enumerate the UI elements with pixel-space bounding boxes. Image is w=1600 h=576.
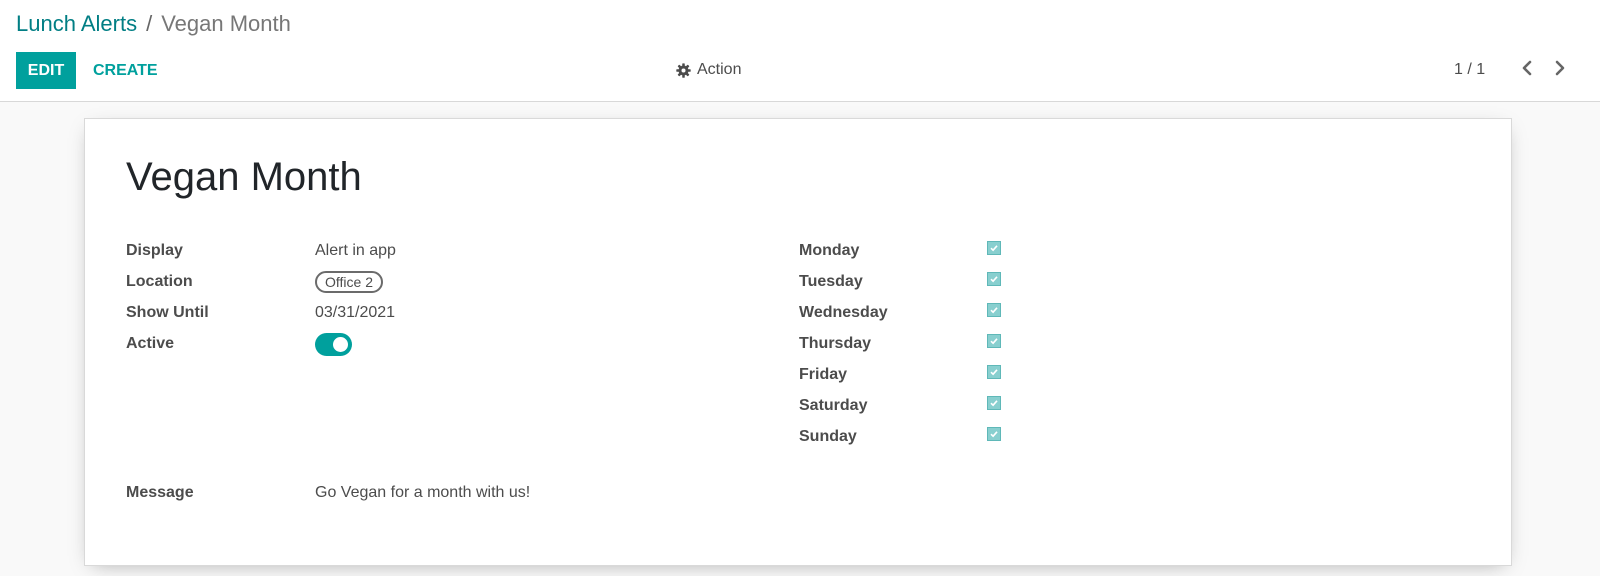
breadcrumb-current: Vegan Month: [161, 11, 291, 36]
day-label-sunday: Sunday: [799, 428, 857, 445]
checkmark-icon: [990, 363, 998, 381]
checkmark-icon: [990, 270, 998, 288]
checkmark-icon: [990, 332, 998, 350]
day-label-wednesday: Wednesday: [799, 304, 888, 321]
breadcrumb-separator: /: [146, 11, 153, 36]
create-button[interactable]: CREATE: [84, 52, 167, 89]
chevron-right-icon: [1553, 60, 1567, 81]
day-checkbox-friday[interactable]: [987, 365, 1001, 379]
day-checkbox-wednesday[interactable]: [987, 303, 1001, 317]
active-toggle[interactable]: [315, 333, 352, 356]
form-sheet: Vegan Month Display Alert in app Locatio…: [84, 118, 1512, 566]
record-title: Vegan Month: [126, 155, 362, 199]
day-label-tuesday: Tuesday: [799, 273, 863, 290]
control-panel: Lunch Alerts / Vegan Month EDIT CREATE A…: [0, 0, 1600, 102]
day-label-friday: Friday: [799, 366, 848, 383]
checkmark-icon: [990, 425, 998, 443]
pager-next-button[interactable]: [1546, 56, 1574, 84]
location-label: Location: [126, 273, 193, 290]
show-until-label: Show Until: [126, 304, 209, 321]
display-label: Display: [126, 242, 183, 259]
action-menu-label: Action: [697, 61, 742, 78]
breadcrumb: Lunch Alerts / Vegan Month: [16, 10, 291, 38]
day-checkbox-sunday[interactable]: [987, 427, 1001, 441]
day-checkbox-monday[interactable]: [987, 241, 1001, 255]
message-label: Message: [126, 484, 194, 501]
day-label-thursday: Thursday: [799, 335, 872, 352]
day-checkbox-tuesday[interactable]: [987, 272, 1001, 286]
toggle-knob: [333, 337, 348, 352]
location-tag: Office 2: [315, 271, 383, 293]
active-label: Active: [126, 335, 175, 352]
action-menu[interactable]: Action: [676, 58, 741, 82]
gear-icon: [676, 62, 691, 78]
pager-previous-button[interactable]: [1513, 56, 1541, 84]
pager-value[interactable]: 1 / 1: [1454, 58, 1485, 82]
day-label-monday: Monday: [799, 242, 860, 259]
day-checkbox-thursday[interactable]: [987, 334, 1001, 348]
display-value: Alert in app: [315, 242, 396, 259]
breadcrumb-parent-link[interactable]: Lunch Alerts: [16, 11, 137, 36]
chevron-left-icon: [1520, 60, 1534, 81]
checkmark-icon: [990, 394, 998, 412]
checkmark-icon: [990, 301, 998, 319]
show-until-value: 03/31/2021: [315, 304, 396, 321]
edit-button[interactable]: EDIT: [16, 52, 76, 89]
checkmark-icon: [990, 239, 998, 257]
day-label-saturday: Saturday: [799, 397, 868, 414]
day-checkbox-saturday[interactable]: [987, 396, 1001, 410]
message-value: Go Vegan for a month with us!: [315, 484, 531, 501]
